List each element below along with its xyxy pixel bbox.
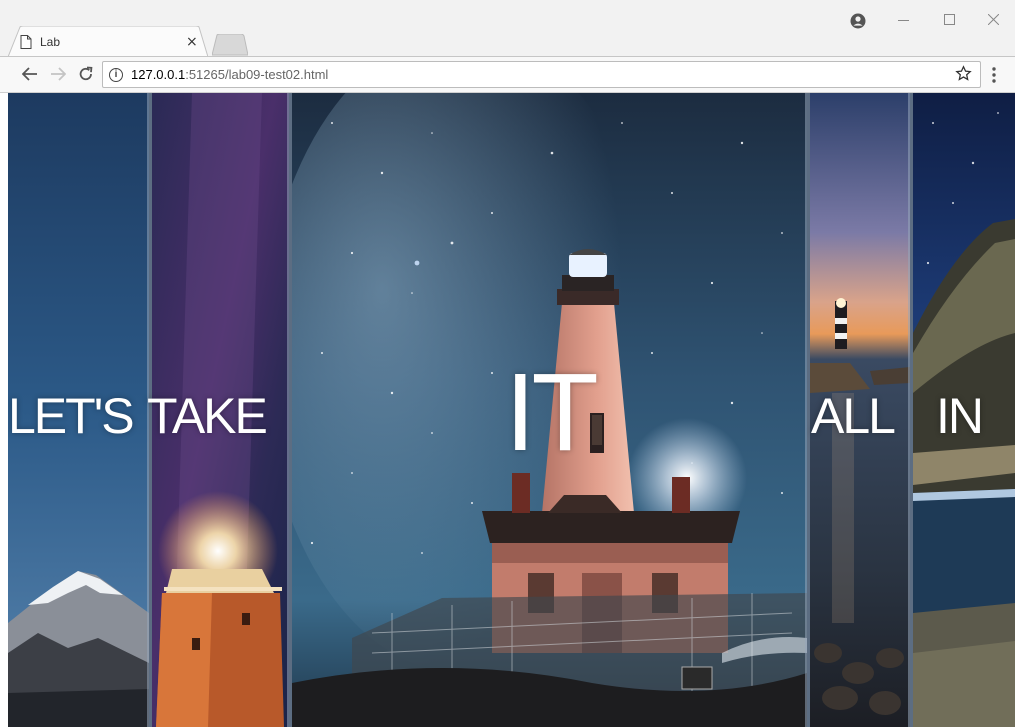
page-icon: [20, 35, 32, 49]
url-path: :51265/lab09-test02.html: [185, 67, 329, 82]
page-viewport: LET'S TAKE IT ALL IN: [8, 93, 1015, 727]
close-icon[interactable]: ×: [186, 34, 198, 50]
maximize-icon[interactable]: [944, 14, 955, 25]
reload-icon[interactable]: [78, 66, 94, 82]
new-tab-button[interactable]: [212, 34, 248, 56]
browser-chrome: Lab × i 127.0.0.1:51265/lab09-test02.htm…: [0, 0, 1015, 93]
caption-it: IT: [505, 351, 599, 474]
address-bar[interactable]: i 127.0.0.1:51265/lab09-test02.html: [102, 61, 981, 88]
close-window-icon[interactable]: [988, 14, 999, 25]
account-icon[interactable]: [850, 13, 866, 29]
caption-in: IN: [936, 388, 984, 444]
tab-content[interactable]: Lab: [20, 28, 205, 56]
star-icon[interactable]: [955, 65, 972, 82]
forward-icon[interactable]: [50, 67, 66, 81]
back-icon[interactable]: [22, 67, 38, 81]
caption-lets: LET'S: [8, 388, 135, 444]
info-icon[interactable]: i: [109, 67, 123, 82]
minimize-icon[interactable]: [898, 20, 909, 22]
menu-icon[interactable]: [992, 67, 996, 83]
caption-take: TAKE: [147, 388, 268, 444]
caption-all: ALL: [811, 388, 896, 444]
url-host: 127.0.0.1: [131, 67, 186, 82]
tab-title: Lab: [40, 35, 61, 49]
url-text[interactable]: 127.0.0.1:51265/lab09-test02.html: [131, 67, 328, 82]
